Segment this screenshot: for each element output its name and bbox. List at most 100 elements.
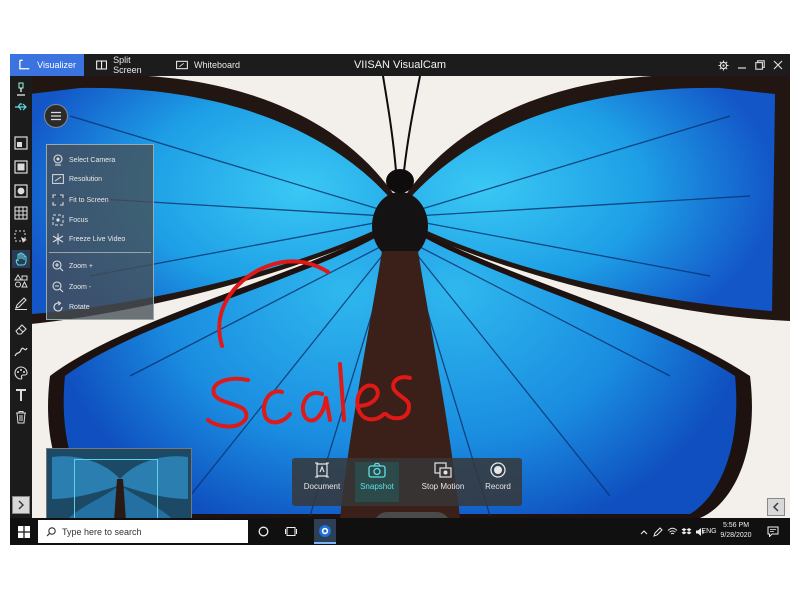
tool-camera-source[interactable] (12, 80, 30, 98)
dropbox-icon (681, 527, 691, 534)
tool-brush[interactable] (12, 342, 30, 360)
tool-window[interactable] (12, 134, 30, 152)
language-indicator[interactable]: ENG (699, 522, 719, 541)
document-button[interactable]: Document (300, 462, 344, 502)
tool-palette[interactable] (12, 364, 30, 382)
navigator-minimap[interactable] (46, 448, 192, 518)
camera-view[interactable]: Select Camera Resolution Fit to Screen F… (10, 76, 790, 518)
tray-pen-button[interactable] (652, 522, 664, 541)
tool-stack[interactable] (12, 158, 30, 176)
restore-icon (755, 60, 765, 70)
tool-eraser[interactable] (12, 320, 30, 338)
tray-wifi-button[interactable] (666, 522, 678, 541)
tool-hand[interactable] (12, 250, 30, 268)
menu-item-freeze-live-video[interactable]: Freeze Live Video (47, 230, 153, 248)
tab-split-screen[interactable]: Split Screen (88, 54, 166, 76)
resolution-icon (52, 174, 64, 184)
minimize-icon (738, 67, 746, 69)
search-placeholder: Type here to search (62, 526, 142, 537)
clock-time: 5:56 PM (722, 522, 750, 529)
tool-layers[interactable] (12, 182, 30, 200)
start-button[interactable] (14, 522, 34, 541)
expand-left-panel-button[interactable] (12, 496, 30, 514)
tab-label: Visualizer (37, 60, 76, 70)
tool-text[interactable] (12, 386, 30, 404)
menu-item-label: Zoom + (69, 262, 93, 270)
camera-icon (368, 462, 386, 478)
eraser-icon (15, 324, 27, 335)
tray-overflow-button[interactable] (638, 522, 650, 541)
menu-item-label: Zoom - (69, 283, 92, 291)
gear-icon (717, 59, 729, 71)
menu-item-rotate[interactable]: Rotate (47, 298, 153, 316)
focus-icon (52, 214, 64, 226)
menu-item-resolution[interactable]: Resolution (47, 170, 153, 188)
layers-icon (14, 184, 28, 198)
menu-item-fit-to-screen[interactable]: Fit to Screen (47, 191, 153, 209)
chevron-up-icon (640, 529, 648, 534)
whiteboard-icon (176, 60, 188, 70)
viewport-frame[interactable] (74, 459, 158, 518)
expand-right-panel-button[interactable] (767, 498, 785, 516)
webcam-icon (53, 154, 63, 166)
stack-icon (14, 160, 28, 174)
task-view-button[interactable] (282, 522, 300, 541)
tool-grid[interactable] (12, 204, 30, 222)
fit-screen-icon (52, 194, 64, 206)
tab-label: Whiteboard (193, 60, 240, 70)
tool-shapes[interactable] (12, 272, 30, 290)
app-window: Visualizer Split Screen Whiteboard VIISA… (10, 54, 790, 545)
zoom-out-icon (52, 281, 64, 293)
document-icon (315, 462, 329, 478)
visualcam-app-icon (319, 524, 331, 537)
freeze-icon (52, 233, 64, 245)
chevron-left-icon (773, 502, 779, 512)
tray-dropbox-button[interactable] (680, 522, 692, 541)
stop-motion-icon (434, 462, 452, 478)
action-center-button[interactable] (764, 522, 782, 541)
menu-item-label: Freeze Live Video (69, 235, 126, 243)
tool-pen[interactable] (12, 294, 30, 312)
usb-icon (15, 103, 27, 111)
cortana-button[interactable] (254, 522, 272, 541)
left-toolbar (10, 76, 32, 518)
trash-icon (16, 411, 26, 424)
restore-button[interactable] (752, 57, 768, 73)
windows-logo-icon (18, 525, 30, 538)
capture-toolbar: Document Snapshot Stop Motion Record (292, 458, 522, 506)
tool-usb[interactable] (12, 98, 30, 116)
menu-item-select-camera[interactable]: Select Camera (47, 151, 153, 169)
tool-select[interactable] (12, 228, 30, 246)
hand-icon (15, 252, 27, 266)
menu-toggle-button[interactable] (44, 104, 68, 128)
stop-motion-label: Stop Motion (421, 482, 465, 491)
menu-divider (49, 252, 151, 253)
minimize-button[interactable] (734, 57, 750, 73)
tab-whiteboard[interactable]: Whiteboard (168, 54, 248, 76)
taskbar-search-box[interactable]: Type here to search (38, 520, 248, 543)
record-label: Record (485, 482, 511, 491)
split-screen-icon (96, 60, 108, 70)
task-view-icon (285, 527, 297, 536)
menu-item-zoom-in[interactable]: Zoom + (47, 257, 153, 275)
record-button[interactable]: Record (476, 462, 520, 502)
palette-icon (14, 366, 28, 380)
wifi-icon (667, 527, 677, 535)
settings-button[interactable] (715, 57, 731, 73)
taskbar-clock[interactable]: 5:56 PM 9/28/2020 (718, 521, 754, 541)
snapshot-label: Snapshot (360, 482, 394, 491)
text-icon (16, 389, 26, 401)
menu-item-zoom-out[interactable]: Zoom - (47, 278, 153, 296)
menu-item-label: Rotate (69, 303, 90, 311)
menu-item-focus[interactable]: Focus (47, 211, 153, 229)
snapshot-button[interactable]: Snapshot (355, 462, 399, 502)
clock-date: 9/28/2020 (720, 532, 752, 539)
tab-visualizer[interactable]: Visualizer (10, 54, 84, 76)
close-button[interactable] (770, 57, 786, 73)
stop-motion-button[interactable]: Stop Motion (416, 462, 470, 502)
taskbar-app-visualcam[interactable] (314, 519, 336, 544)
zoom-in-icon (52, 260, 64, 272)
close-icon (773, 60, 783, 70)
shapes-icon (14, 274, 28, 288)
tool-delete[interactable] (12, 408, 30, 426)
